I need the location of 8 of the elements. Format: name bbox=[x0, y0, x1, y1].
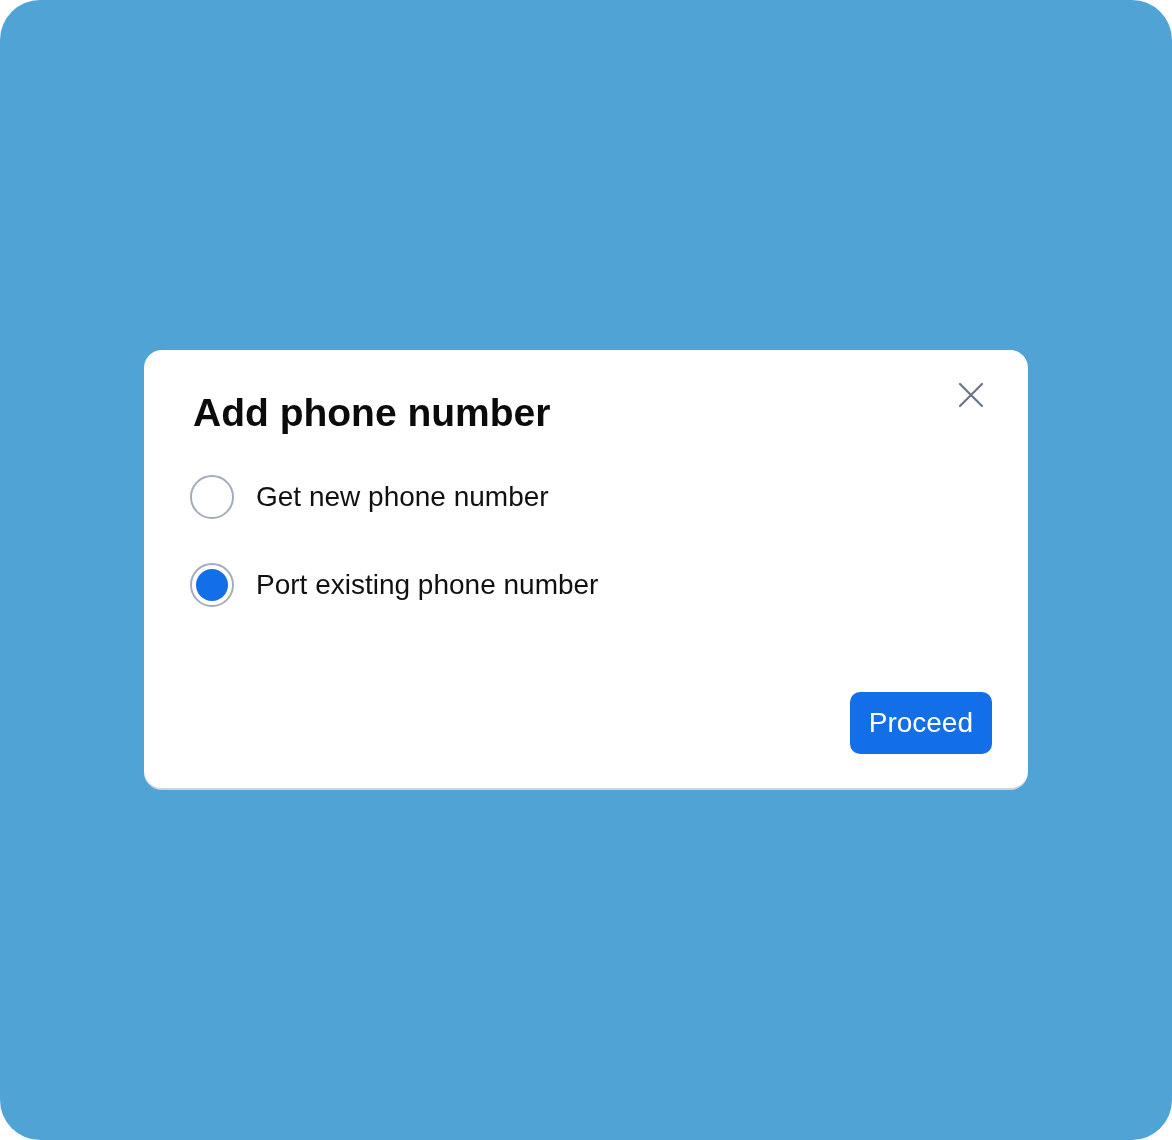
radio-button[interactable] bbox=[190, 474, 234, 519]
dialog-title: Add phone number bbox=[193, 390, 551, 436]
proceed-button[interactable]: Proceed bbox=[849, 692, 992, 754]
close-icon bbox=[958, 382, 984, 408]
option-label[interactable]: Get new phone number bbox=[256, 475, 549, 518]
radio-button[interactable] bbox=[190, 562, 234, 607]
close-button[interactable] bbox=[958, 382, 984, 408]
option-label[interactable]: Port existing phone number bbox=[256, 563, 599, 606]
